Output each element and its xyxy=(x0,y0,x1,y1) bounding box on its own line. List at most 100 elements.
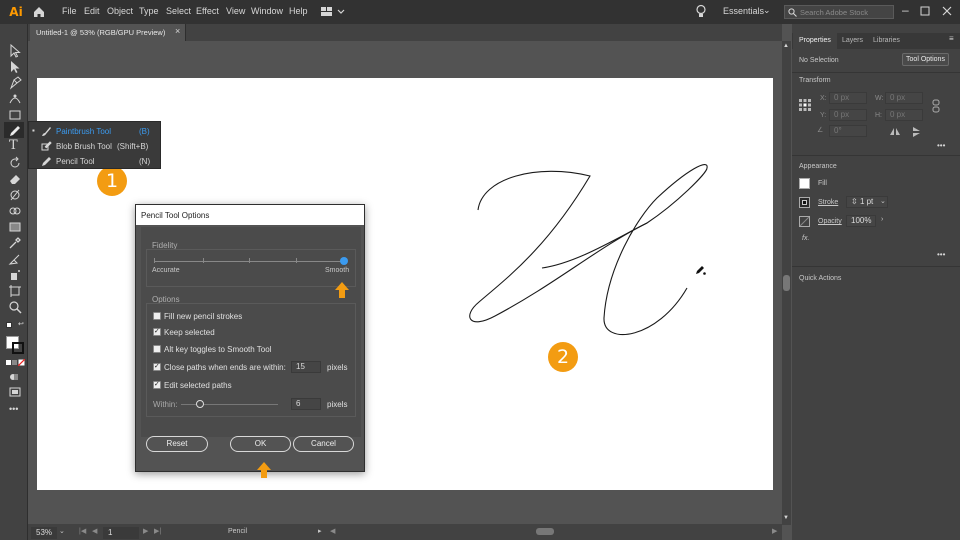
reference-point-icon[interactable] xyxy=(798,98,812,112)
stroke-weight-dropdown-icon[interactable]: ⌄ xyxy=(880,197,886,205)
tab-close-icon[interactable]: × xyxy=(175,26,180,36)
menu-effect[interactable]: Effect xyxy=(196,6,219,16)
gradient-tool-icon[interactable] xyxy=(8,220,22,234)
flyout-item-paintbrush[interactable]: ▪ Paintbrush Tool (B) xyxy=(32,125,159,139)
scroll-up-icon[interactable]: ▲ xyxy=(783,43,789,49)
zoom-dropdown-icon[interactable]: ⌄ xyxy=(59,527,65,535)
opacity-input[interactable]: 100% xyxy=(846,215,876,227)
symbol-sprayer-tool-icon[interactable] xyxy=(8,268,22,282)
minimize-icon[interactable]: – xyxy=(902,3,909,17)
menu-view[interactable]: View xyxy=(226,6,245,16)
rectangle-tool-icon[interactable] xyxy=(8,108,22,122)
zoom-tool-icon[interactable] xyxy=(8,300,22,314)
arrange-documents-icon[interactable] xyxy=(320,6,346,18)
h-input[interactable]: 0 px xyxy=(885,109,923,121)
menu-file[interactable]: File xyxy=(62,6,77,16)
document-tab[interactable]: Untitled-1 @ 53% (RGB/GPU Preview) × xyxy=(30,24,186,41)
default-colors-icon[interactable] xyxy=(6,322,12,328)
screen-mode-icon[interactable] xyxy=(9,387,21,397)
flyout-item-blob-brush[interactable]: Blob Brush Tool (Shift+B) xyxy=(37,140,159,154)
cancel-button[interactable]: Cancel xyxy=(293,436,354,452)
scroll-right-icon[interactable]: ▶ xyxy=(772,527,777,535)
ok-button[interactable]: OK xyxy=(230,436,291,452)
alt-toggle-checkbox[interactable] xyxy=(153,345,161,353)
w-input[interactable]: 0 px xyxy=(885,92,923,104)
type-tool-icon[interactable]: T xyxy=(9,138,18,153)
menu-help[interactable]: Help xyxy=(289,6,308,16)
drawing-modes-icon[interactable] xyxy=(9,372,19,382)
gradient-mode-icon[interactable] xyxy=(12,360,17,365)
pencil-tool-icon[interactable] xyxy=(8,124,22,138)
tab-libraries[interactable]: Libraries xyxy=(873,37,900,44)
within-input[interactable]: 6 xyxy=(291,398,321,410)
artboard-number-field[interactable]: 1 xyxy=(103,527,139,539)
reset-button[interactable]: Reset xyxy=(146,436,208,452)
constrain-proportions-icon[interactable] xyxy=(931,99,941,113)
vertical-scroll-thumb[interactable] xyxy=(783,275,790,291)
flip-horizontal-icon[interactable] xyxy=(889,127,901,136)
menu-type[interactable]: Type xyxy=(139,6,159,16)
horizontal-scroll-thumb[interactable] xyxy=(536,528,554,535)
last-artboard-icon[interactable]: ▶| xyxy=(154,527,161,535)
fidelity-slider-knob[interactable] xyxy=(340,257,348,265)
opacity-link[interactable]: Opacity xyxy=(818,218,842,225)
stroke-link[interactable]: Stroke xyxy=(818,199,838,206)
close-paths-input[interactable]: 15 xyxy=(291,361,321,373)
menu-window[interactable]: Window xyxy=(251,6,283,16)
opacity-slider-icon[interactable]: › xyxy=(881,216,883,223)
stroke-weight-stepper-icon[interactable]: ⇳ xyxy=(851,197,858,206)
edit-paths-checkbox[interactable] xyxy=(153,380,161,389)
vertical-scrollbar[interactable]: ▲ ▼ xyxy=(782,41,791,525)
flip-vertical-icon[interactable] xyxy=(912,126,921,138)
close-icon[interactable] xyxy=(942,6,952,16)
eyedropper-tool-icon[interactable] xyxy=(8,236,22,250)
keep-selected-checkbox[interactable] xyxy=(153,327,161,336)
chevron-down-icon[interactable]: ⌄ xyxy=(763,5,771,16)
rotate-tool-icon[interactable] xyxy=(8,156,22,170)
maximize-icon[interactable] xyxy=(920,6,930,16)
x-input[interactable]: 0 px xyxy=(829,92,867,104)
none-mode-icon[interactable] xyxy=(18,359,25,366)
tab-layers[interactable]: Layers xyxy=(842,37,863,44)
fx-icon[interactable]: fx. xyxy=(802,235,809,242)
home-icon[interactable] xyxy=(32,5,46,19)
tool-options-button[interactable]: Tool Options xyxy=(902,53,949,66)
lightbulb-icon[interactable] xyxy=(695,4,707,19)
fill-swatch-panel[interactable] xyxy=(799,178,810,189)
direct-selection-tool-icon[interactable] xyxy=(8,60,22,74)
y-input[interactable]: 0 px xyxy=(829,109,867,121)
fill-strokes-checkbox[interactable] xyxy=(153,312,161,320)
menu-object[interactable]: Object xyxy=(107,6,133,16)
flyout-item-pencil[interactable]: Pencil Tool (N) xyxy=(37,155,159,169)
width-tool-icon[interactable] xyxy=(8,188,22,202)
zoom-field[interactable]: 53% xyxy=(31,527,57,539)
color-mode-icon[interactable] xyxy=(6,360,11,365)
workspace-switcher[interactable]: Essentials xyxy=(723,6,764,16)
first-artboard-icon[interactable]: |◀ xyxy=(79,527,86,535)
tab-properties[interactable]: Properties xyxy=(799,37,831,44)
scroll-left-icon[interactable]: ◀ xyxy=(330,527,335,535)
edit-toolbar-icon[interactable]: ••• xyxy=(9,404,18,414)
status-menu-icon[interactable]: ▸ xyxy=(318,527,322,535)
scroll-down-icon[interactable]: ▼ xyxy=(783,515,789,521)
stroke-swatch-panel[interactable] xyxy=(799,197,810,208)
stroke-swatch[interactable] xyxy=(12,342,24,354)
prev-artboard-icon[interactable]: ◀ xyxy=(92,527,97,535)
more-appearance-icon[interactable]: ••• xyxy=(937,250,945,259)
shape-builder-tool-icon[interactable] xyxy=(8,204,22,218)
live-paint-tool-icon[interactable] xyxy=(8,252,22,266)
menu-select[interactable]: Select xyxy=(166,6,191,16)
stock-search-field[interactable]: Search Adobe Stock xyxy=(784,5,894,19)
curvature-tool-icon[interactable] xyxy=(8,92,22,106)
menu-edit[interactable]: Edit xyxy=(84,6,100,16)
panel-menu-icon[interactable]: ≡ xyxy=(949,34,954,43)
next-artboard-icon[interactable]: ▶ xyxy=(143,527,148,535)
angle-input[interactable]: 0° xyxy=(829,125,867,137)
more-transform-icon[interactable]: ••• xyxy=(937,141,945,150)
eraser-tool-icon[interactable] xyxy=(8,172,22,186)
selection-tool-icon[interactable] xyxy=(8,44,22,58)
swap-colors-icon[interactable]: ↩ xyxy=(18,320,24,328)
artboard-tool-icon[interactable] xyxy=(8,284,22,298)
pen-tool-icon[interactable] xyxy=(8,76,22,90)
close-paths-checkbox[interactable] xyxy=(153,362,161,371)
